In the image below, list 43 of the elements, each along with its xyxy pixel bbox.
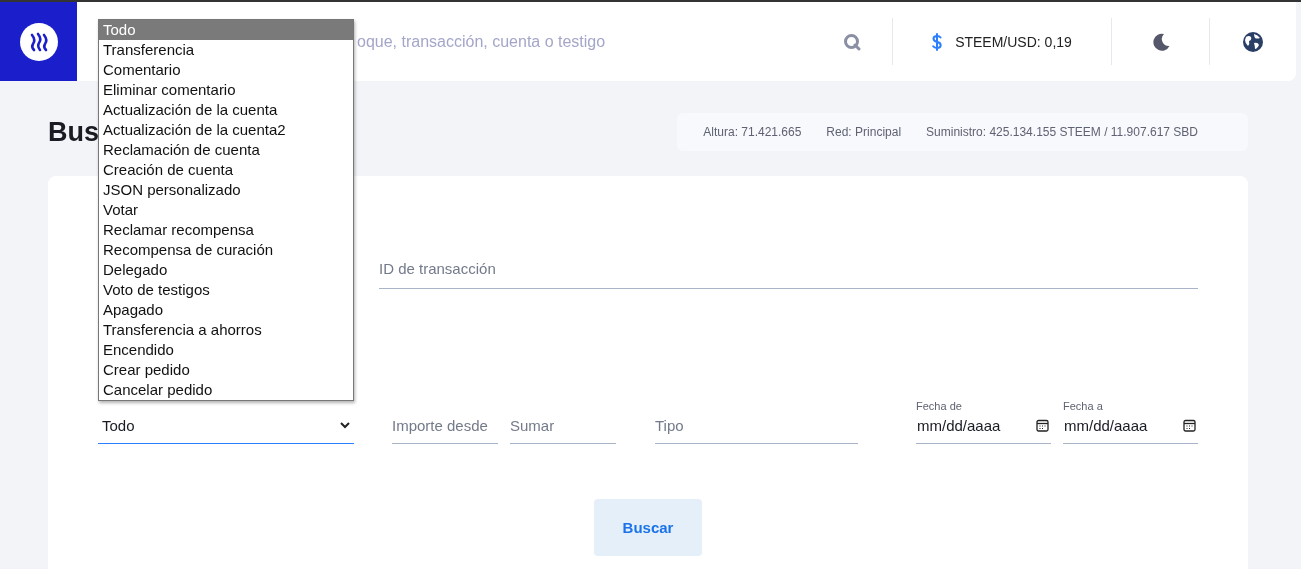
- dropdown-option[interactable]: Comentario: [99, 60, 353, 80]
- moon-icon[interactable]: [1150, 31, 1171, 52]
- chevron-icon: [340, 422, 350, 429]
- dropdown-option[interactable]: Transferencia a ahorros: [99, 320, 353, 340]
- dropdown-option[interactable]: Cancelar pedido: [99, 380, 353, 400]
- transaction-id-field[interactable]: ID de transacción: [379, 254, 1198, 289]
- search-icon[interactable]: [843, 32, 861, 51]
- type-field[interactable]: Tipo: [655, 414, 858, 444]
- type-select[interactable]: Todo: [98, 414, 354, 444]
- dropdown-option[interactable]: Todo: [99, 20, 353, 40]
- dollar-icon: [932, 32, 943, 51]
- dropdown-option[interactable]: Crear pedido: [99, 360, 353, 380]
- logo-tile[interactable]: [0, 2, 77, 81]
- date-field[interactable]: mm/dd/aaaa: [916, 414, 1051, 444]
- dropdown-option[interactable]: Apagado: [99, 300, 353, 320]
- amount-from-field[interactable]: Importe desde: [392, 414, 498, 444]
- dropdown-option[interactable]: Encendido: [99, 340, 353, 360]
- dropdown-option[interactable]: JSON personalizado: [99, 180, 353, 200]
- search-button[interactable]: Buscar: [594, 499, 702, 556]
- logo-icon: [19, 22, 58, 61]
- stat-text: Altura: 71.421.665: [703, 125, 802, 139]
- stat-text: Red: Principal: [826, 125, 902, 139]
- dropdown-option[interactable]: Recompensa de curación: [99, 240, 353, 260]
- field-label: Fecha de: [916, 400, 963, 412]
- calendar-icon[interactable]: [1183, 419, 1196, 432]
- dropdown-option[interactable]: Votar: [99, 200, 353, 220]
- dropdown-option[interactable]: Actualización de la cuenta2: [99, 120, 353, 140]
- dropdown-option[interactable]: Transferencia: [99, 40, 353, 60]
- dropdown-option[interactable]: Eliminar comentario: [99, 80, 353, 100]
- dropdown-option[interactable]: Voto de testigos: [99, 280, 353, 300]
- dropdown-option[interactable]: Actualización de la cuenta: [99, 100, 353, 120]
- amount-to-field[interactable]: Sumar: [510, 414, 616, 444]
- dropdown-option[interactable]: Reclamar recompensa: [99, 220, 353, 240]
- price-ticker: STEEM/USD: 0,19: [955, 33, 1072, 50]
- calendar-icon[interactable]: [1036, 419, 1049, 432]
- date-field[interactable]: mm/dd/aaaa: [1063, 414, 1198, 444]
- page-title: Bus: [48, 116, 99, 148]
- dropdown-option[interactable]: Reclamación de cuenta: [99, 140, 353, 160]
- globe-icon[interactable]: [1242, 30, 1264, 53]
- field-label: Fecha a: [1063, 400, 1104, 412]
- dropdown-option[interactable]: Creación de cuenta: [99, 160, 353, 180]
- dropdown-option[interactable]: Delegado: [99, 260, 353, 280]
- stat-text: Suministro: 425.134.155 STEEM / 11.907.617 SBD: [926, 125, 1198, 139]
